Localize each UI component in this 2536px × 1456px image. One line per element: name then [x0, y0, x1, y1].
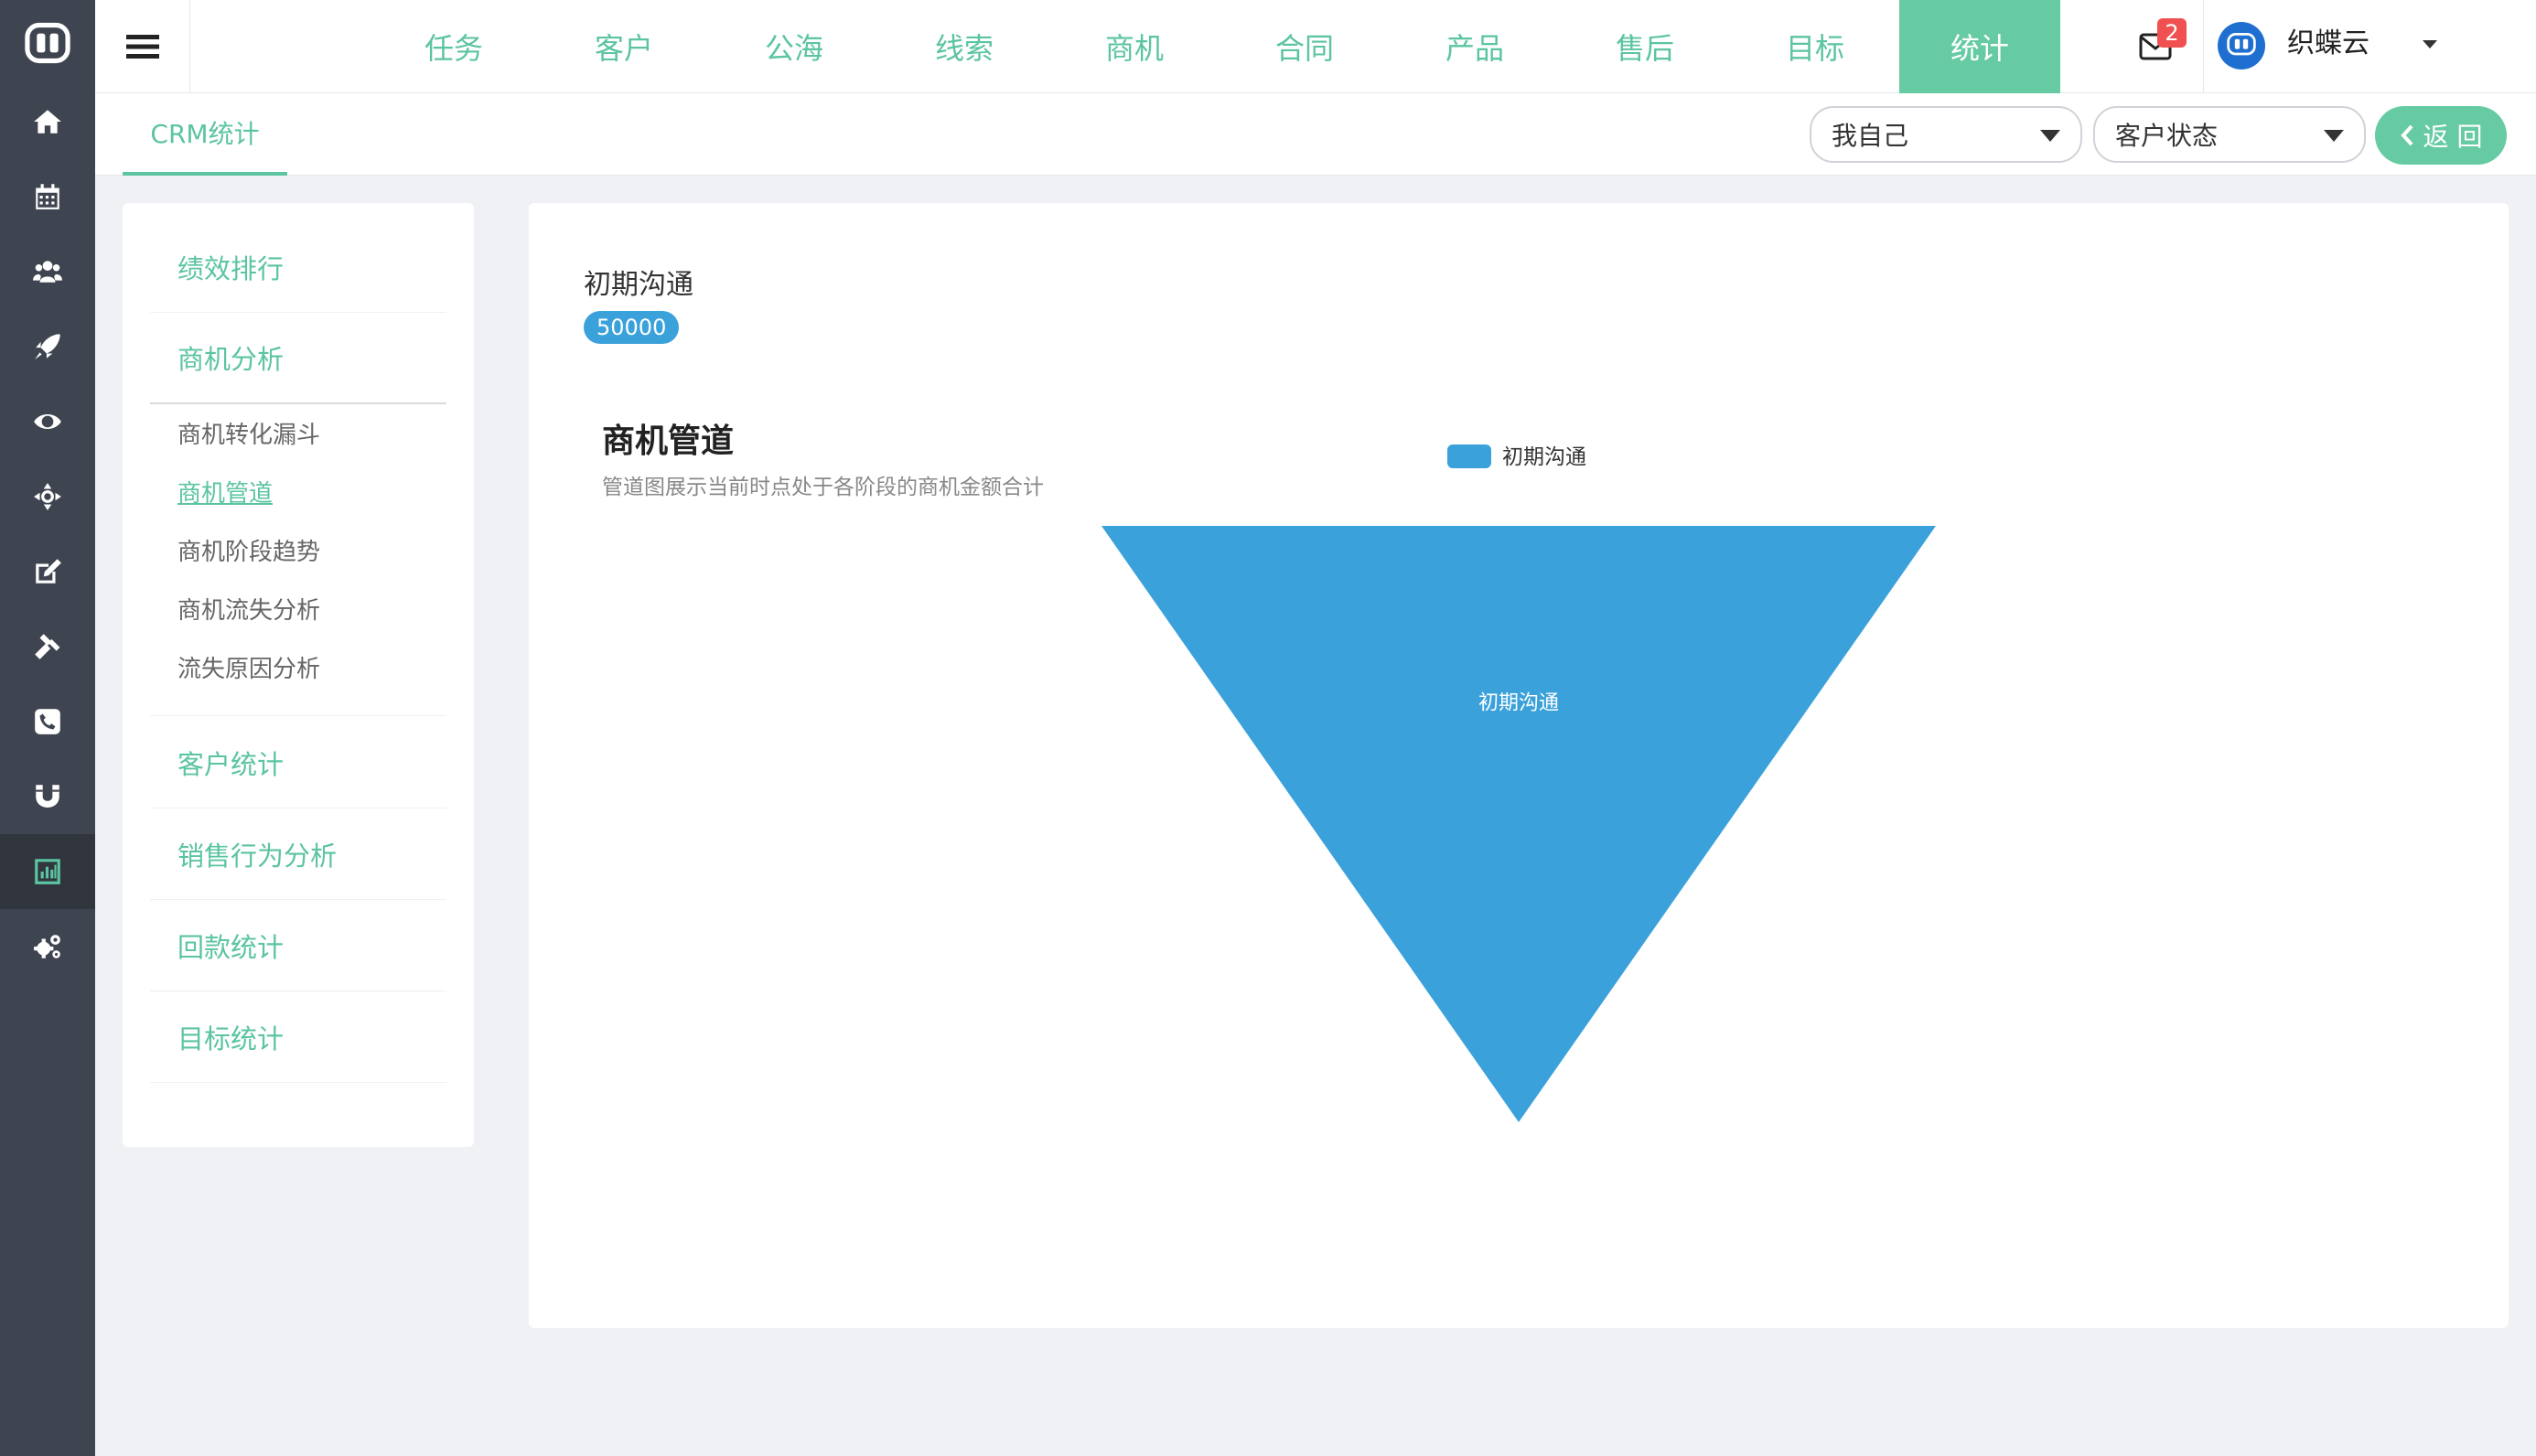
back-button[interactable]: 返 回	[2375, 106, 2507, 165]
menu-item-sales-behavior-analysis[interactable]: 销售行为分析	[150, 808, 446, 900]
calendar-icon[interactable]	[0, 159, 95, 234]
users-icon[interactable]	[0, 234, 95, 309]
chevron-left-icon	[2400, 124, 2413, 146]
customer-status-select[interactable]: 客户状态	[2093, 106, 2366, 163]
menu-item-performance-ranking[interactable]: 绩效排行	[150, 221, 446, 313]
topbar-divider	[2203, 0, 2204, 93]
bar-chart-icon[interactable]	[0, 834, 95, 909]
submenu-item-stage-trend[interactable]: 商机阶段趋势	[177, 534, 320, 571]
pipeline-funnel-chart: 商机管道 管道图展示当前时点处于各阶段的商机金额合计 初期沟通 初期沟通	[602, 423, 1936, 1122]
scope-select-value: 我自己	[1832, 121, 1909, 151]
menu-item-customer-statistics[interactable]: 客户统计	[150, 717, 446, 808]
nav-tab-opportunities[interactable]: 商机	[1054, 0, 1215, 93]
legend-swatch[interactable]	[1447, 444, 1491, 468]
crosshair-icon[interactable]	[0, 459, 95, 534]
phone-icon[interactable]	[0, 684, 95, 759]
eye-icon[interactable]	[0, 384, 95, 459]
menu-item-opportunity-analysis[interactable]: 商机分析	[150, 313, 446, 404]
edit-icon[interactable]	[0, 534, 95, 609]
nav-tab-customers[interactable]: 客户	[543, 0, 704, 93]
scope-select[interactable]: 我自己	[1810, 106, 2082, 163]
chart-legend[interactable]: 初期沟通	[1447, 444, 1586, 469]
submenu-item-loss-analysis[interactable]: 商机流失分析	[177, 593, 320, 629]
nav-tab-public-pool[interactable]: 公海	[714, 0, 875, 93]
magnet-icon[interactable]	[0, 759, 95, 834]
pipeline-panel: 初期沟通 50000 商机管道 管道图展示当前时点处于各阶段的商机金额合计 初期…	[529, 203, 2509, 1328]
nav-tab-after-sales[interactable]: 售后	[1564, 0, 1725, 93]
nav-tab-tasks[interactable]: 任务	[373, 0, 534, 93]
user-dropdown-caret-icon[interactable]	[2423, 40, 2437, 48]
submenu-item-loss-reason-analysis[interactable]: 流失原因分析	[177, 651, 320, 688]
unread-count-badge: 2	[2157, 18, 2187, 48]
hamburger-menu-icon[interactable]	[95, 0, 190, 93]
funnel-segment-label: 初期沟通	[1478, 691, 1559, 714]
nav-tab-contracts[interactable]: 合同	[1224, 0, 1385, 93]
statistics-menu: 绩效排行 商机分析 商机转化漏斗 商机管道 商机阶段趋势 商机流失分析 流失原因…	[123, 203, 474, 1147]
tab-crm-statistics[interactable]: CRM统计	[123, 93, 287, 176]
avatar[interactable]	[2218, 22, 2265, 70]
cogs-icon[interactable]	[0, 909, 95, 984]
user-name[interactable]: 织蝶云	[2287, 26, 2369, 62]
menu-item-goal-statistics[interactable]: 目标统计	[150, 991, 446, 1083]
icon-rail	[0, 0, 95, 1456]
funnel-segment[interactable]	[1101, 526, 1936, 1122]
submenu-item-conversion-funnel[interactable]: 商机转化漏斗	[177, 417, 320, 454]
nav-tab-products[interactable]: 产品	[1394, 0, 1555, 93]
chevron-down-icon	[2324, 130, 2344, 142]
home-icon[interactable]	[0, 84, 95, 159]
nav-tab-statistics[interactable]: 统计	[1899, 0, 2060, 93]
legend-label[interactable]: 初期沟通	[1502, 445, 1586, 469]
chart-subtitle: 管道图展示当前时点处于各阶段的商机金额合计	[602, 476, 1044, 499]
funnel-marks: 初期沟通	[1101, 526, 1936, 1122]
chart-title: 商机管道	[602, 423, 734, 460]
chevron-down-icon	[2040, 130, 2060, 142]
back-button-label: 返 回	[2423, 122, 2483, 152]
rocket-icon[interactable]	[0, 309, 95, 384]
menu-item-payment-statistics[interactable]: 回款统计	[150, 900, 446, 991]
customer-status-select-value: 客户状态	[2115, 121, 2219, 151]
menu-divider	[150, 715, 446, 716]
app-logo-icon[interactable]	[0, 0, 95, 86]
submenu-item-opportunity-pipeline[interactable]: 商机管道	[177, 476, 273, 512]
nav-tab-leads[interactable]: 线索	[884, 0, 1045, 93]
nav-tab-goals[interactable]: 目标	[1735, 0, 1896, 93]
stage-name: 初期沟通	[584, 269, 693, 301]
stage-amount-badge: 50000	[584, 311, 680, 344]
gavel-icon[interactable]	[0, 609, 95, 684]
